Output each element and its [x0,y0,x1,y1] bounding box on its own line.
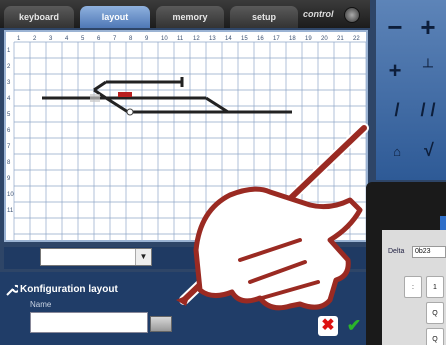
grid-column-number: 15 [241,36,248,42]
grid-column-number: 12 [193,36,200,42]
tab-setup[interactable]: setup [230,6,298,28]
grid-row-number: 6 [7,128,11,134]
config-title: Konfiguration layout [20,284,118,295]
grid-column-number: 3 [49,36,53,42]
grid-column-number: 8 [129,36,133,42]
grid-canvas[interactable]: 1 2 3 4 5 6 7 8 9 10 11 12 13 14 15 16 17 18 19 20 21 22 1234… [6,32,366,240]
overlay-key[interactable]: : [404,276,422,298]
grid-column-number: 1 [17,36,21,42]
name-input[interactable] [30,312,148,333]
wrench-icon [6,284,18,296]
remove-tool-button[interactable]: − [384,12,406,43]
curve-tool-button[interactable]: √ [418,140,440,161]
track-siding-switch [105,96,129,114]
overlay-window: Delta 0b23 : 1 Q Q [366,182,446,345]
overlay-window-titlebar [440,216,446,230]
layout-grid[interactable]: 1 2 3 4 5 6 7 8 9 10 11 12 13 14 15 16 17 18 19 20 21 22 1234… [4,30,368,242]
overlay-key[interactable]: Q [426,328,444,345]
grid-column-number: 2 [33,36,37,42]
grid-row-number: 8 [7,160,11,166]
cross-tool-button[interactable]: + [384,58,406,84]
switch-indicator-icon[interactable] [126,108,134,116]
grid-row-number: 1 [7,48,11,54]
grid-row-number: 10 [7,192,14,198]
grid-row-number: 4 [7,96,11,102]
track-branch-right [205,96,229,114]
overlay-key[interactable]: 1 [426,276,444,298]
control-knob-icon[interactable] [344,7,360,23]
grid-column-number: 7 [113,36,117,42]
track-plan [42,77,292,116]
tab-layout[interactable]: layout [80,6,150,28]
grid-column-number: 19 [305,36,312,42]
overlay-window-body: Delta 0b23 : 1 Q Q [382,230,446,345]
grid-column-number: 6 [97,36,101,42]
grid-row-number: 5 [7,112,11,118]
grid-column-number: 16 [257,36,264,42]
overlay-delta-label: Delta [388,248,405,255]
grid-column-number: 17 [273,36,280,42]
tab-keyboard[interactable]: keyboard [4,6,74,28]
grid-column-number: 18 [289,36,296,42]
grid-column-number: 13 [209,36,216,42]
name-edit-button[interactable] [150,316,172,332]
grid-column-number: 5 [81,36,85,42]
tab-memory[interactable]: memory [156,6,224,28]
tool-palette: − + + ┴ / / / ⌂ √ [376,0,446,180]
double-diagonal-tool-button[interactable]: / / [416,100,440,121]
signal-red-icon[interactable] [118,92,132,97]
grid-column-number: 22 [353,36,360,42]
overlay-delta-field[interactable]: 0b23 [412,246,446,258]
grid-column-number: 14 [225,36,232,42]
grid-row-number: 3 [7,80,11,86]
switch-marker-icon[interactable] [90,94,100,102]
tab-bar: keyboard layout memory setup control [0,0,370,28]
grid-column-number: 11 [177,36,184,42]
grid-column-number: 10 [161,36,168,42]
grid-row-number: 2 [7,64,11,70]
grid-column-number: 9 [145,36,149,42]
config-panel: Konfiguration layout Name ✖ ✔ [0,272,370,345]
chevron-down-icon[interactable]: ▼ [135,249,151,265]
name-label: Name [30,300,52,309]
diagonal-tool-button[interactable]: / [388,100,406,121]
signal-tool-button[interactable]: ⌂ [388,144,406,159]
grid-row-number: 9 [7,176,11,182]
grid-column-number: 4 [65,36,69,42]
ok-button[interactable]: ✔ [344,316,364,336]
grid-row-number: 11 [7,208,14,214]
crossing-tool-button[interactable]: + [416,12,440,43]
cancel-button[interactable]: ✖ [318,316,338,336]
app-window: keyboard layout memory setup control 123… [0,0,446,345]
grid-column-number: 20 [321,36,328,42]
layout-select-row: ▼ [4,247,368,269]
grid-column-number: 21 [337,36,344,42]
grid-row-number: 7 [7,144,11,150]
control-label: control [303,9,334,19]
overlay-key[interactable]: Q [426,302,444,324]
track-upper-switch [93,80,107,92]
layout-select[interactable]: ▼ [40,248,152,266]
tee-tool-button[interactable]: ┴ [416,58,440,74]
